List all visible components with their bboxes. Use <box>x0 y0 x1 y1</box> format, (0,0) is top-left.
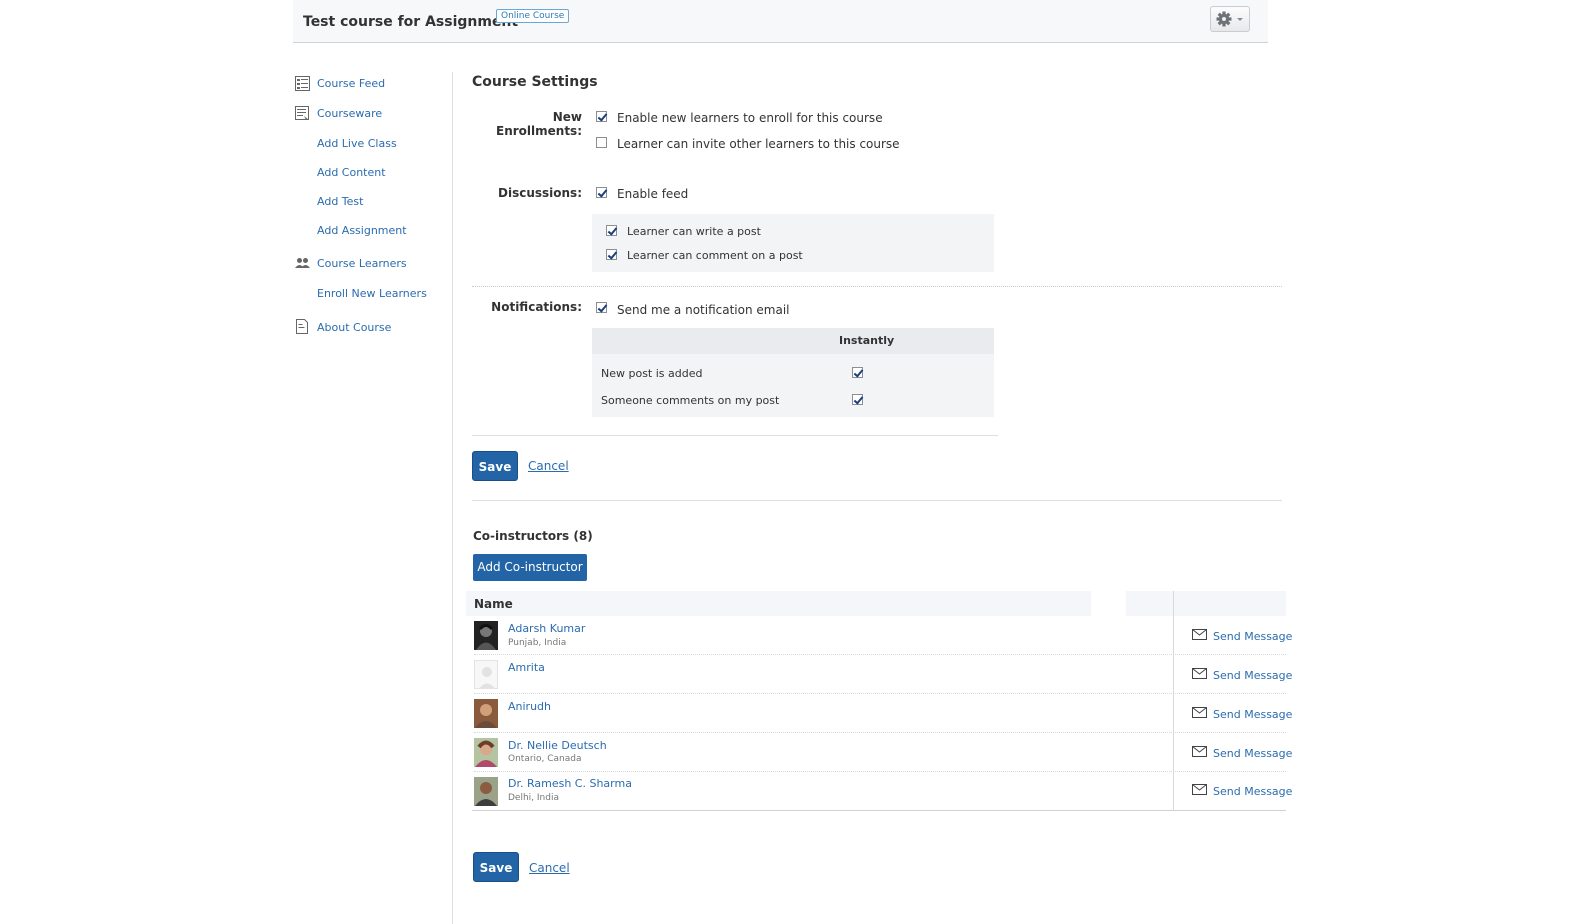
feed-icon <box>295 76 310 91</box>
gear-icon <box>1216 11 1243 27</box>
table-column-divider <box>1173 591 1174 810</box>
envelope-icon <box>1192 629 1207 640</box>
courseware-icon <box>295 106 309 120</box>
cancel-link-bottom[interactable]: Cancel <box>529 861 570 875</box>
envelope-icon <box>1192 668 1207 679</box>
sidebar-item-course-learners[interactable]: Course Learners <box>317 257 407 270</box>
send-message-link[interactable]: Send Message <box>1213 669 1292 682</box>
sidebar-item-add-test[interactable]: Add Test <box>317 195 363 208</box>
send-message-link[interactable]: Send Message <box>1213 747 1292 760</box>
document-icon <box>296 319 308 334</box>
instructor-location: Punjab, India <box>508 638 567 648</box>
table-header-col2 <box>1126 591 1173 616</box>
send-message-link[interactable]: Send Message <box>1213 785 1292 798</box>
label-comment-on-my-post: Someone comments on my post <box>601 394 780 407</box>
save-button-bottom[interactable]: Save <box>473 852 519 882</box>
instructor-name-link[interactable]: Dr. Nellie Deutsch <box>508 739 607 752</box>
label-enable-enroll: Enable new learners to enroll for this c… <box>617 111 883 125</box>
people-icon <box>295 258 310 268</box>
discussion-suboptions-panel <box>592 214 994 272</box>
table-row-separator <box>474 771 1286 772</box>
coinstructors-title: Co-instructors (8) <box>473 529 593 543</box>
instructor-name-link[interactable]: Dr. Ramesh C. Sharma <box>508 777 632 790</box>
label-send-notification-email: Send me a notification email <box>617 303 790 317</box>
label-new-post-added: New post is added <box>601 367 703 380</box>
sidebar-item-course-feed[interactable]: Course Feed <box>317 77 385 90</box>
checkbox-comment-instantly[interactable] <box>852 394 863 405</box>
table-row-separator <box>474 732 1286 733</box>
sidebar-item-add-assignment[interactable]: Add Assignment <box>317 224 407 237</box>
sidebar-item-enroll-new-learners[interactable]: Enroll New Learners <box>317 287 427 300</box>
label-new-enrollments: New Enrollments: <box>496 110 582 138</box>
section-divider <box>472 286 1282 287</box>
notification-table-header <box>592 328 994 354</box>
label-discussions: Discussions: <box>498 186 582 200</box>
checkbox-enable-enroll[interactable] <box>596 111 607 122</box>
checkbox-learner-comment-post[interactable] <box>606 249 617 260</box>
avatar <box>474 660 498 689</box>
checkbox-learner-write-post[interactable] <box>606 225 617 236</box>
table-header-col3 <box>1174 591 1286 616</box>
checkbox-learner-invite[interactable] <box>596 137 607 148</box>
instructor-name-link[interactable]: Amrita <box>508 661 545 674</box>
checkbox-enable-feed[interactable] <box>596 187 607 198</box>
instructor-name-link[interactable]: Anirudh <box>508 700 551 713</box>
save-button[interactable]: Save <box>472 451 518 481</box>
table-row-separator <box>474 693 1286 694</box>
sidebar-divider <box>452 72 453 924</box>
form-divider <box>472 435 998 436</box>
send-message-link[interactable]: Send Message <box>1213 630 1292 643</box>
avatar <box>474 738 498 767</box>
label-learner-invite: Learner can invite other learners to thi… <box>617 137 900 151</box>
avatar <box>474 621 498 650</box>
envelope-icon <box>1192 784 1207 795</box>
instructor-name-link[interactable]: Adarsh Kumar <box>508 622 585 635</box>
course-type-badge: Online Course <box>496 9 570 23</box>
checkbox-new-post-instantly[interactable] <box>852 367 863 378</box>
table-header-name <box>466 591 1091 616</box>
avatar <box>474 699 498 728</box>
settings-menu-button[interactable] <box>1210 6 1250 32</box>
envelope-icon <box>1192 707 1207 718</box>
instructor-location: Ontario, Canada <box>508 754 582 764</box>
label-notifications: Notifications: <box>491 300 582 314</box>
avatar <box>474 777 498 806</box>
sidebar-item-about-course[interactable]: About Course <box>317 321 391 334</box>
cancel-link[interactable]: Cancel <box>528 459 569 473</box>
section-divider-coinstructors <box>472 500 1282 501</box>
course-title: Test course for Assignment <box>303 14 519 30</box>
table-row-separator <box>474 654 1286 655</box>
sidebar-item-courseware[interactable]: Courseware <box>317 107 382 120</box>
envelope-icon <box>1192 746 1207 757</box>
table-bottom-border <box>472 810 1286 811</box>
column-header-name: Name <box>474 597 513 611</box>
section-title-course-settings: Course Settings <box>472 74 598 90</box>
label-learner-comment-post: Learner can comment on a post <box>627 249 803 262</box>
sidebar-item-add-live-class[interactable]: Add Live Class <box>317 137 397 150</box>
sidebar-item-add-content[interactable]: Add Content <box>317 166 386 179</box>
column-header-instantly: Instantly <box>839 334 895 347</box>
course-header: Test course for Assignment Online Course <box>293 0 1268 43</box>
label-enable-feed: Enable feed <box>617 187 689 201</box>
checkbox-send-notification-email[interactable] <box>596 302 607 313</box>
send-message-link[interactable]: Send Message <box>1213 708 1292 721</box>
label-learner-write-post: Learner can write a post <box>627 225 761 238</box>
add-coinstructor-button[interactable]: Add Co-instructor <box>473 554 587 581</box>
instructor-location: Delhi, India <box>508 793 559 803</box>
